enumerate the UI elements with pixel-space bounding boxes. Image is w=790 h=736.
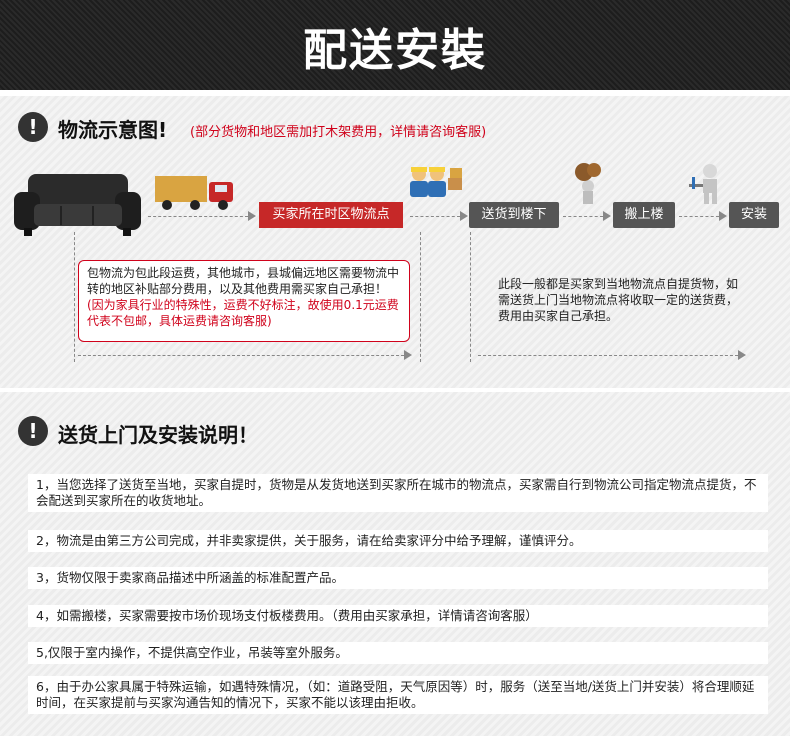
arrow-right-icon	[603, 211, 611, 221]
arrow-right-icon	[460, 211, 468, 221]
sofa-icon	[14, 174, 141, 236]
step-logistics-point: 买家所在时区物流点	[259, 202, 403, 228]
arrow-right-icon	[248, 211, 256, 221]
shipping-note-warning: (因为家具行业的特殊性，运费不好标注，故使用0.1元运费代表不包邮，具体运费请咨…	[87, 298, 399, 328]
pickup-note-text: 此段一般都是买家到当地物流点自提货物，如需送货上门当地物流点将收取一定的送货费，…	[498, 277, 739, 323]
workers-icon	[410, 167, 462, 197]
arrow-right-icon	[719, 211, 727, 221]
delivery-section: ! 送货上门及安装说明！ 1，当您选择了送货至当地，买家自提时，货物是从发货地送…	[0, 392, 790, 736]
truck-icon	[155, 176, 233, 210]
shipping-note-text: 包物流为包此段运费，其他城市，县城偏远地区需要物流中转的地区补贴部分费用，以及其…	[87, 266, 400, 296]
flow-line	[563, 216, 603, 217]
divider-line	[470, 232, 471, 362]
arrow-right-icon	[738, 350, 746, 360]
arrow-right-icon	[404, 350, 412, 360]
shipping-note-box: 包物流为包此段运费，其他城市，县城偏远地区需要物流中转的地区补贴部分费用，以及其…	[78, 260, 410, 342]
logistics-note: (部分货物和地区需加打木架费用，详情请咨询客服)	[190, 125, 487, 140]
flow-line	[478, 355, 738, 356]
delivery-item-3: 3，货物仅限于卖家商品描述中所涵盖的标准配置产品。	[28, 567, 768, 589]
flow-line	[679, 216, 719, 217]
exclamation-icon: !	[18, 416, 48, 446]
flow-line	[78, 355, 404, 356]
delivery-item-1: 1，当您选择了送货至当地，买家自提时，货物是从发货地送到买家所在城市的物流点，买…	[28, 474, 768, 512]
flow-line	[148, 216, 248, 217]
header-banner: 配送安裝	[0, 0, 790, 90]
divider-line	[420, 232, 421, 362]
delivery-item-5: 5,仅限于室内操作，不提供高空作业，吊装等室外服务。	[28, 642, 768, 664]
installer-icon	[689, 164, 717, 204]
delivery-item-6: 6，由于办公家具属于特殊运输，如遇特殊情况，（如：道路受阻，天气原因等）时，服务…	[28, 676, 768, 714]
exclamation-icon: !	[18, 112, 48, 142]
delivery-title: 送货上门及安装说明！	[58, 423, 258, 447]
delivery-item-4: 4，如需搬楼，买家需要按市场价现场支付板楼费用。（费用由买家承担，详情请咨询客服…	[28, 605, 768, 627]
logistics-title: 物流示意图!	[58, 118, 168, 142]
delivery-item-2: 2，物流是由第三方公司完成，并非卖家提供，关于服务，请在给卖家评分中给予理解，谨…	[28, 530, 768, 552]
page-title: 配送安裝	[303, 25, 487, 76]
step-deliver-downstairs: 送货到楼下	[469, 202, 559, 228]
carrying-icon	[575, 163, 601, 204]
step-install: 安装	[729, 202, 779, 228]
flow-line	[410, 216, 460, 217]
step-carry-upstairs: 搬上楼	[613, 202, 675, 228]
divider-line	[74, 232, 75, 362]
logistics-section: ! 物流示意图! (部分货物和地区需加打木架费用，详情请咨询客服) 买家所在时区…	[0, 96, 790, 388]
